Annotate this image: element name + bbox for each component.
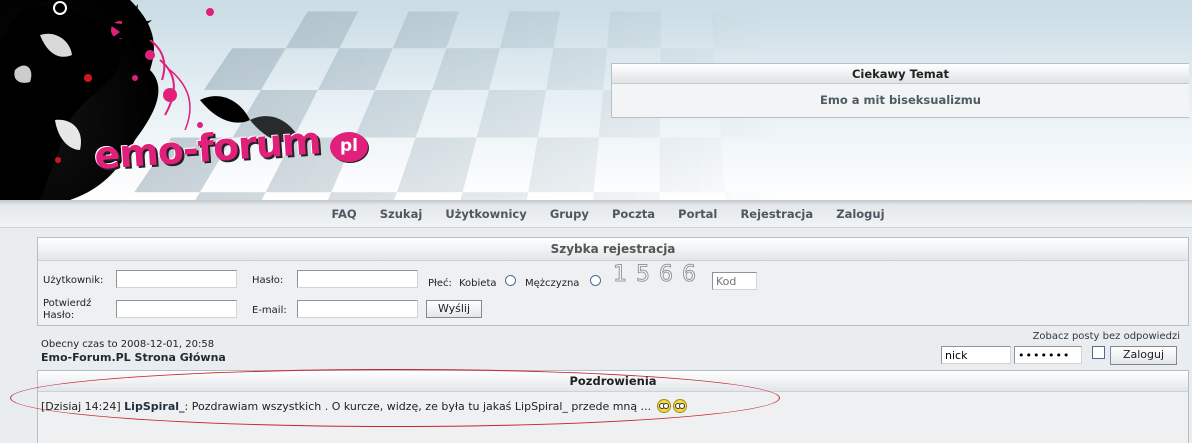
shoutbox-timestamp: [Dzisiaj 14:24] — [41, 400, 121, 413]
captcha-image: 1566 — [613, 262, 705, 288]
nav-item-login[interactable]: Zaloguj — [836, 200, 884, 228]
rolling-eyes-smiley-icon — [672, 399, 687, 413]
confirm-password-field[interactable] — [116, 300, 237, 318]
gender-label: Płeć: — [428, 278, 452, 289]
nav-item-mail[interactable]: Poczta — [612, 200, 655, 228]
password-field[interactable] — [297, 270, 418, 288]
shoutbox-author[interactable]: LipSpiral_ — [124, 400, 184, 413]
unanswered-posts-link[interactable]: Zobacz posty bez odpowiedzi — [1033, 331, 1180, 342]
logo-pl-badge: pl — [330, 132, 368, 162]
shoutbox-message: : Pozdrawiam wszystkich . O kurcze, widz… — [184, 400, 652, 413]
nav-item-groups[interactable]: Grupy — [550, 200, 589, 228]
submit-registration-button[interactable]: Wyślij — [426, 300, 482, 318]
forum-header: emo-forum pl Ciekawy Temat Emo a mit bis… — [0, 0, 1192, 200]
email-field[interactable] — [297, 300, 418, 318]
gender-male-label: Mężczyzna — [525, 278, 580, 289]
gender-male-radio[interactable] — [590, 275, 601, 286]
main-navigation: FAQ Szukaj Użytkownicy Grupy Poczta Port… — [0, 200, 1192, 228]
username-field[interactable] — [116, 270, 237, 288]
login-password-field[interactable] — [1014, 346, 1082, 364]
forum-logo[interactable]: emo-forum pl — [93, 118, 376, 194]
nav-item-register[interactable]: Rejestracja — [740, 200, 813, 228]
username-label: Użytkownik: — [43, 275, 104, 286]
nav-item-users[interactable]: Użytkownicy — [445, 200, 526, 228]
confirm-password-label-line2: Hasło: — [43, 310, 75, 321]
nav-item-search[interactable]: Szukaj — [380, 200, 423, 228]
current-time-text: Obecny czas to 2008-12-01, 20:58 — [41, 339, 215, 350]
featured-topic-link[interactable]: Emo a mit biseksualizmu — [612, 93, 1189, 107]
shoutbox-entry: [Dzisiaj 14:24] LipSpiral_: Pozdrawiam w… — [41, 399, 687, 413]
forum-home-link[interactable]: Emo-Forum.PL Strona Główna — [41, 351, 226, 364]
featured-topic-box: Ciekawy Temat Emo a mit biseksualizmu — [611, 63, 1189, 118]
featured-topic-title: Ciekawy Temat — [612, 64, 1189, 84]
gender-female-label: Kobieta — [459, 278, 497, 289]
captcha-code-field[interactable] — [712, 272, 757, 290]
email-label: E-mail: — [252, 305, 287, 316]
nav-item-faq[interactable]: FAQ — [331, 200, 356, 228]
nav-item-portal[interactable]: Portal — [678, 200, 717, 228]
quick-registration-panel: Szybka rejestracja Użytkownik: Hasło: Pł… — [37, 237, 1189, 326]
nav-list: FAQ Szukaj Użytkownicy Grupy Poczta Port… — [322, 200, 893, 228]
gender-female-radio[interactable] — [505, 275, 516, 286]
rolling-eyes-smiley-icon — [656, 399, 671, 413]
login-nick-field[interactable] — [941, 346, 1011, 364]
shoutbox-title: Pozdrowienia — [38, 371, 1188, 392]
login-button[interactable]: Zaloguj — [1110, 346, 1177, 365]
quick-registration-title: Szybka rejestracja — [38, 238, 1188, 261]
confirm-password-label-line1: Potwierdź — [43, 298, 92, 309]
shoutbox-panel: Pozdrowienia [Dzisiaj 14:24] LipSpiral_:… — [37, 370, 1189, 443]
remember-me-checkbox[interactable] — [1092, 346, 1105, 359]
password-label: Hasło: — [252, 275, 284, 286]
